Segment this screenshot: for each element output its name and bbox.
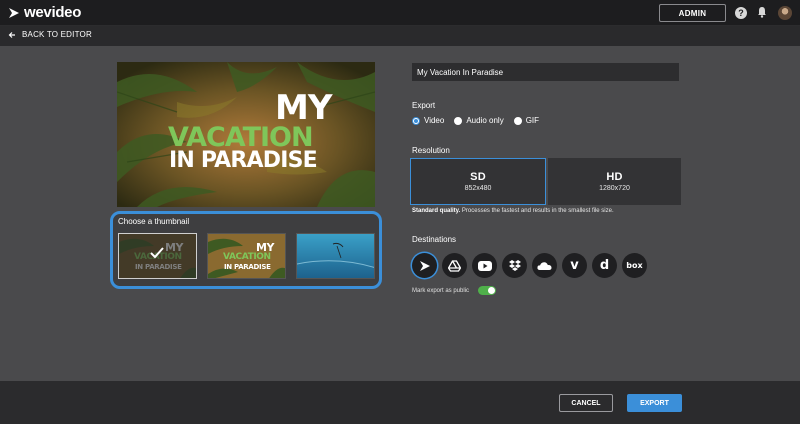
back-to-editor-label: BACK TO EDITOR xyxy=(22,30,92,39)
radio-selected-icon xyxy=(412,116,420,125)
thumbnail-1[interactable]: MY VACATION IN PARADISE xyxy=(118,233,197,279)
resolution-name: HD xyxy=(606,171,623,183)
resolution-note-bold: Standard quality. xyxy=(412,208,461,214)
avatar[interactable] xyxy=(778,6,792,20)
thumbnail-2-title-line3: IN PARADISE xyxy=(224,263,271,271)
google-drive-icon xyxy=(448,259,461,272)
preview-title-line3: IN PARADISE xyxy=(169,148,318,173)
resolution-name: SD xyxy=(470,171,486,183)
destination-onedrive[interactable] xyxy=(532,253,557,278)
resolution-note-text: Processes the fastest and results in the… xyxy=(460,208,614,214)
video-preview: MY VACATION IN PARADISE xyxy=(117,62,375,207)
export-option-video[interactable]: Video xyxy=(412,116,444,125)
export-button[interactable]: EXPORT xyxy=(627,394,682,412)
resolution-label: Resolution xyxy=(412,146,450,155)
cancel-button[interactable]: CANCEL xyxy=(559,394,613,412)
destination-dailymotion[interactable]: d xyxy=(592,253,617,278)
back-to-editor-link[interactable]: BACK TO EDITOR xyxy=(8,30,92,39)
destinations-label: Destinations xyxy=(412,235,457,244)
public-label: Mark export as public xyxy=(412,287,470,294)
ocean-thumbnail-image xyxy=(297,234,374,278)
help-icon[interactable]: ? xyxy=(735,7,747,19)
export-options: Video Audio only GIF xyxy=(412,116,549,125)
video-title-input[interactable] xyxy=(412,63,679,81)
resolution-note: Standard quality. Processes the fastest … xyxy=(412,208,614,214)
thumbnail-3[interactable] xyxy=(296,233,375,279)
export-option-label: Video xyxy=(424,116,445,125)
thumbnail-label: Choose a thumbnail xyxy=(118,217,190,226)
destination-wevideo[interactable] xyxy=(412,253,437,278)
vimeo-icon: v xyxy=(570,258,579,273)
radio-icon xyxy=(454,116,463,125)
youtube-icon xyxy=(477,260,492,271)
export-option-audio[interactable]: Audio only xyxy=(454,116,504,125)
thumbnail-2[interactable]: MY VACATION IN PARADISE xyxy=(207,233,286,279)
export-option-label: Audio only xyxy=(466,116,504,125)
destination-vimeo[interactable]: v xyxy=(562,253,587,278)
dropbox-icon xyxy=(508,259,521,271)
onedrive-icon xyxy=(537,262,552,270)
arrow-left-icon xyxy=(8,31,15,38)
public-toggle-row: Mark export as public xyxy=(412,286,497,295)
wevideo-logo[interactable]: wevideo xyxy=(8,4,81,21)
back-bar: BACK TO EDITOR xyxy=(0,26,800,46)
public-toggle[interactable] xyxy=(478,286,497,295)
thumbnail-2-title-line2: VACATION xyxy=(223,252,271,262)
dailymotion-icon: d xyxy=(599,258,610,273)
bell-icon[interactable] xyxy=(757,6,767,18)
radio-icon xyxy=(513,116,522,125)
resolution-hd-button[interactable]: HD 1280x720 xyxy=(548,158,681,205)
destination-youtube[interactable] xyxy=(472,253,497,278)
destination-dropbox[interactable] xyxy=(502,253,527,278)
resolution-size: 1280x720 xyxy=(599,185,630,192)
wevideo-icon xyxy=(419,260,430,271)
destination-box[interactable]: box xyxy=(622,253,647,278)
export-label: Export xyxy=(412,101,436,110)
box-icon: box xyxy=(626,261,643,270)
destinations-list: v d box xyxy=(412,253,647,278)
resolution-size: 852x480 xyxy=(464,185,492,192)
brand-name: wevideo xyxy=(24,4,82,21)
checkmark-icon xyxy=(150,247,164,259)
admin-button[interactable]: ADMIN xyxy=(659,4,726,22)
wevideo-logo-icon xyxy=(9,7,19,18)
export-option-label: GIF xyxy=(525,116,540,125)
export-option-gif[interactable]: GIF xyxy=(513,116,540,125)
resolution-sd-button[interactable]: SD 852x480 xyxy=(410,158,546,205)
top-bar: wevideo ADMIN ? xyxy=(0,0,800,26)
destination-google-drive[interactable] xyxy=(442,253,467,278)
